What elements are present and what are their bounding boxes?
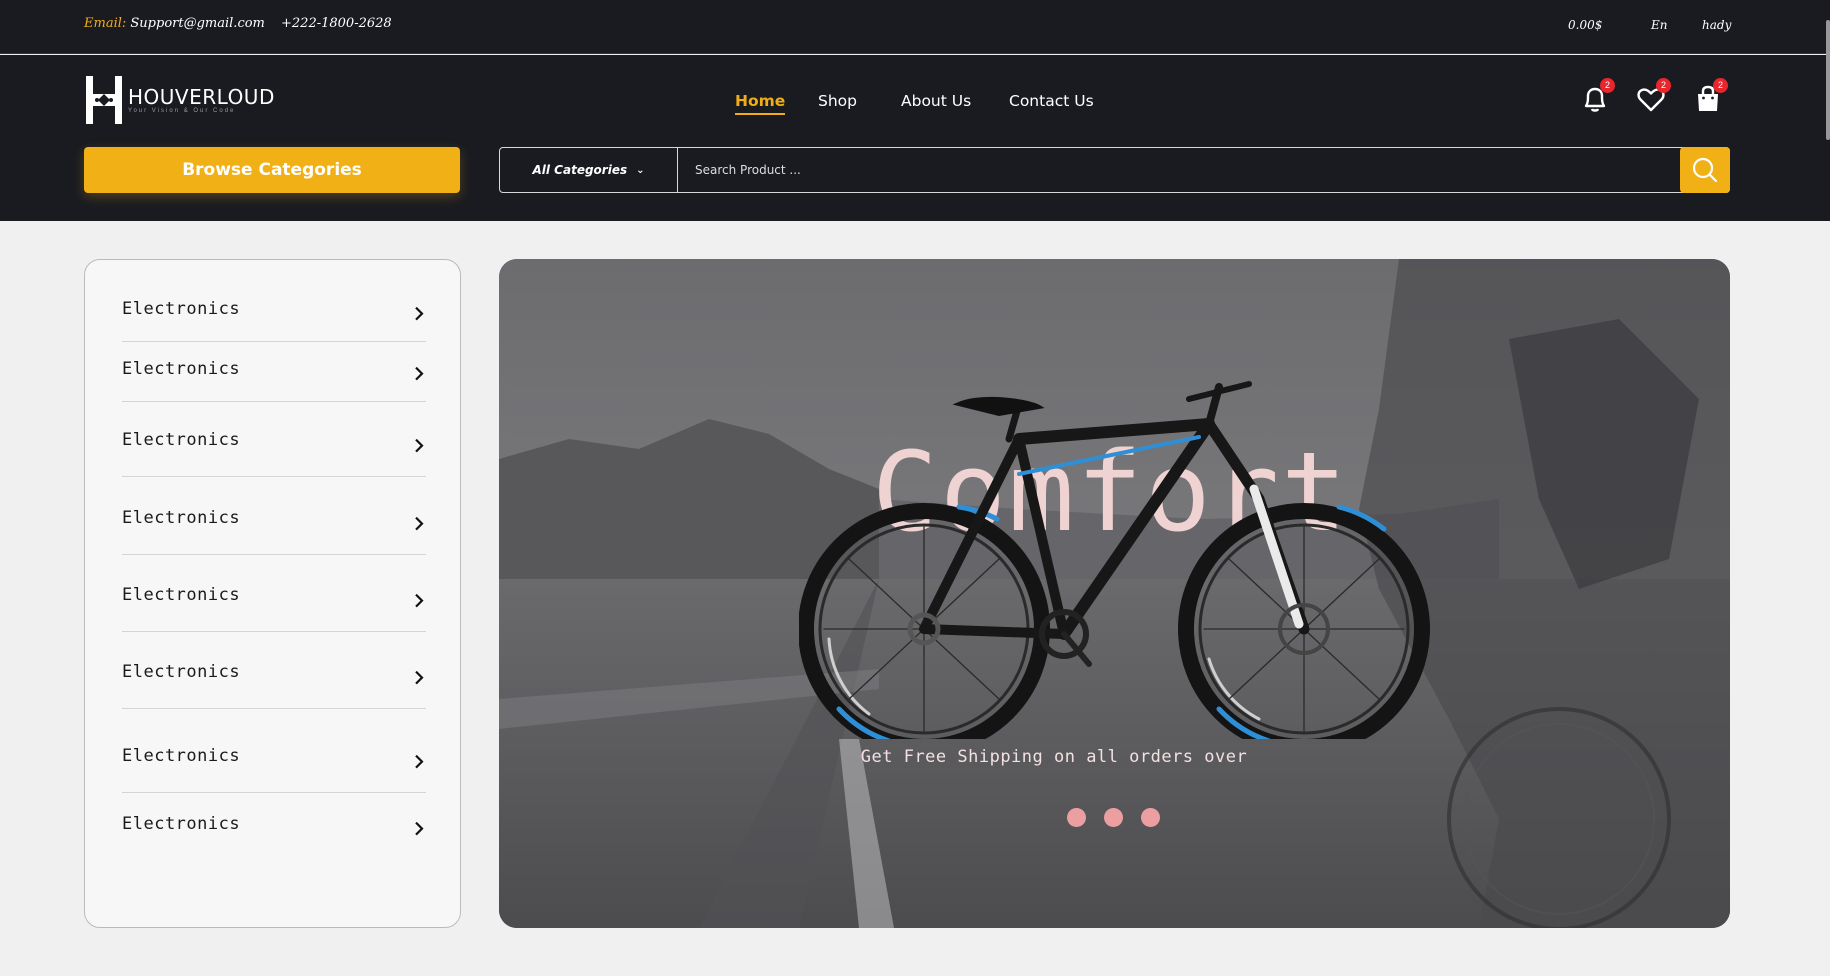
nav-about-us[interactable]: About Us <box>901 92 971 110</box>
nav-contact-us[interactable]: Contact Us <box>1009 92 1094 110</box>
chevron-right-icon <box>415 306 424 320</box>
category-label: Electronics <box>122 662 241 683</box>
language-selector[interactable]: En <box>1651 18 1668 32</box>
logo-icon <box>86 76 122 124</box>
notifications-badge: 2 <box>1600 78 1615 93</box>
category-dropdown[interactable]: All Categories ⌄ <box>500 148 678 192</box>
contact-info: Email: Support@gmail.com +222-1800-2628 <box>84 16 392 31</box>
user-menu[interactable]: hady <box>1702 18 1731 32</box>
category-item[interactable]: Electronics <box>122 643 426 709</box>
balance-text[interactable]: 0.00$ <box>1568 18 1602 32</box>
brand-tagline: Your Vision & Our Code <box>128 107 236 114</box>
page-scrollbar[interactable] <box>1826 20 1830 140</box>
category-item[interactable]: Electronics <box>122 411 426 477</box>
chevron-right-icon <box>415 670 424 684</box>
category-dropdown-label: All Categories <box>532 163 628 177</box>
category-sidebar: Electronics Electronics Electronics Elec… <box>84 259 461 928</box>
category-label: Electronics <box>122 746 241 767</box>
category-label: Electronics <box>122 358 241 379</box>
search-icon <box>1692 157 1718 183</box>
category-item[interactable]: Electronics <box>122 282 426 342</box>
category-label: Electronics <box>122 430 241 451</box>
search-button[interactable] <box>1680 147 1730 193</box>
logo[interactable]: HOUVERLOUD Your Vision & Our Code <box>84 76 275 124</box>
chevron-right-icon <box>415 754 424 768</box>
search-bar: All Categories ⌄ <box>499 147 1730 193</box>
chevron-right-icon <box>415 516 424 530</box>
hero-subtitle: Get Free Shipping on all orders over <box>860 747 1248 767</box>
category-label: Electronics <box>122 585 241 606</box>
chevron-right-icon <box>415 593 424 607</box>
phone-link[interactable]: +222-1800-2628 <box>281 16 392 31</box>
chevron-right-icon <box>415 366 424 380</box>
slide-dot-3[interactable] <box>1141 808 1160 827</box>
slide-dot-2[interactable] <box>1104 808 1123 827</box>
chevron-right-icon <box>415 438 424 452</box>
main-header: HOUVERLOUD Your Vision & Our Code Home S… <box>0 55 1830 221</box>
slide-dot-1[interactable] <box>1067 808 1086 827</box>
category-label: Electronics <box>122 298 241 319</box>
email-label: Email: <box>84 16 127 31</box>
notifications-button[interactable]: 2 <box>1578 78 1615 116</box>
nav-shop[interactable]: Shop <box>818 92 857 110</box>
wishlist-button[interactable]: 2 <box>1634 78 1671 116</box>
category-item[interactable]: Electronics <box>122 566 426 632</box>
bicycle-image <box>799 381 1430 739</box>
category-item[interactable]: Electronics <box>122 797 426 857</box>
brand-name: HOUVERLOUD <box>128 84 275 109</box>
category-item[interactable]: Electronics <box>122 489 426 555</box>
top-bar: Email: Support@gmail.com +222-1800-2628 … <box>0 0 1830 54</box>
wishlist-badge: 2 <box>1656 78 1671 93</box>
slider-pagination <box>1067 808 1160 827</box>
chevron-down-icon: ⌄ <box>636 164 645 176</box>
category-label: Electronics <box>122 508 241 529</box>
cart-button[interactable]: 2 <box>1691 78 1728 116</box>
chevron-right-icon <box>415 821 424 836</box>
browse-categories-button[interactable]: Browse Categories <box>84 147 460 193</box>
category-item[interactable]: Electronics <box>122 727 426 793</box>
category-label: Electronics <box>122 814 241 834</box>
cart-badge: 2 <box>1713 78 1728 93</box>
nav-home[interactable]: Home <box>735 92 786 115</box>
email-link[interactable]: Support@gmail.com <box>130 16 264 31</box>
hero-slider[interactable]: Comfort Get Free Shipping on all orders … <box>499 259 1730 928</box>
search-input[interactable] <box>695 156 1495 184</box>
category-item[interactable]: Electronics <box>122 342 426 402</box>
